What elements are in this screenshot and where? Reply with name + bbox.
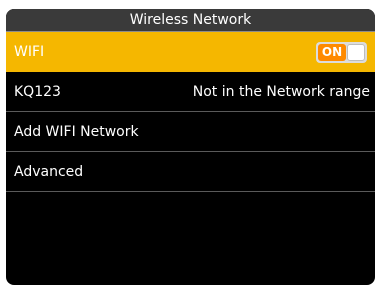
toggle-on-label: ON — [318, 44, 346, 61]
menu-item-advanced[interactable]: Advanced — [6, 152, 375, 192]
wifi-toggle[interactable]: ON — [316, 42, 367, 63]
network-status: Not in the Network range — [192, 84, 370, 100]
menu-item-label: Advanced — [14, 164, 84, 180]
menu-item-wifi[interactable]: WIFI ON — [6, 32, 375, 72]
network-name: KQ123 — [14, 84, 61, 100]
menu-item-label: WIFI — [14, 44, 45, 60]
toggle-knob — [347, 44, 365, 61]
screen-title: Wireless Network — [6, 9, 375, 32]
device-screen: Wireless Network WIFI ON KQ123 Not in th… — [6, 9, 375, 285]
menu-item-add-wifi-network[interactable]: Add WIFI Network — [6, 112, 375, 152]
menu-item-label: Add WIFI Network — [14, 124, 139, 140]
menu-item-network-kq123[interactable]: KQ123 Not in the Network range — [6, 72, 375, 112]
